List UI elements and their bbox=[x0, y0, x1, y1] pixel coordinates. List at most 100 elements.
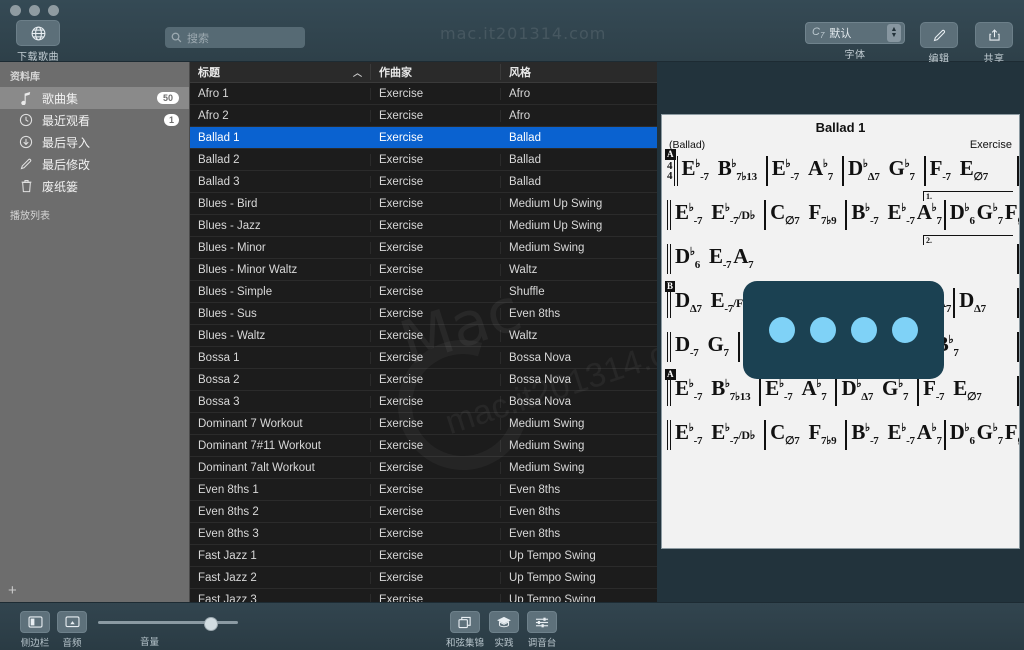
share-icon bbox=[975, 22, 1013, 48]
beat-indicator-overlay[interactable] bbox=[743, 281, 944, 379]
barline bbox=[1017, 332, 1019, 362]
column-header-style[interactable]: 风格 bbox=[500, 64, 657, 80]
row-title: Blues - Bird bbox=[198, 197, 258, 210]
sidebar-item-trash[interactable]: 废纸篓 bbox=[0, 175, 189, 197]
chord-symbol: D♭Δ7 bbox=[847, 156, 880, 184]
zoom-button[interactable] bbox=[48, 5, 59, 16]
chevron-updown-icon[interactable]: ▲ ▼ bbox=[887, 24, 901, 42]
sidebar-item-label: 最后修改 bbox=[42, 157, 91, 172]
toggle-sidebar-button[interactable]: 侧边栏 bbox=[20, 611, 50, 649]
volume-slider[interactable]: 音量 bbox=[98, 615, 238, 648]
column-header-title[interactable]: 标题 ︿ bbox=[190, 64, 370, 80]
download-circle-icon bbox=[18, 135, 34, 149]
window-traffic-lights[interactable] bbox=[10, 5, 59, 16]
add-playlist-button[interactable]: + bbox=[8, 583, 17, 598]
sidebar-item-last-import[interactable]: 最后导入 bbox=[0, 131, 189, 153]
table-row[interactable]: Even 8ths 1 Exercise Even 8ths bbox=[190, 479, 657, 501]
table-row[interactable]: Blues - Sus Exercise Even 8ths bbox=[190, 303, 657, 325]
close-button[interactable] bbox=[10, 5, 21, 16]
row-style: Up Tempo Swing bbox=[500, 549, 657, 562]
row-style: Even 8ths bbox=[500, 527, 657, 540]
chord-symbol: C∅7 bbox=[770, 420, 800, 448]
table-row[interactable]: Bossa 1 Exercise Bossa Nova bbox=[190, 347, 657, 369]
download-songs-button[interactable]: 下载歌曲 bbox=[16, 20, 60, 63]
sidebar-item-recent[interactable]: 最近观看 1 bbox=[0, 109, 189, 131]
chord-symbol: E♭-7A♭7 bbox=[887, 200, 942, 228]
row-title: Ballad 1 bbox=[198, 131, 240, 144]
row-style: Medium Up Swing bbox=[500, 219, 657, 232]
search-input[interactable]: 搜索 bbox=[165, 27, 305, 48]
table-row[interactable]: Dominant 7 Workout Exercise Medium Swing bbox=[190, 413, 657, 435]
measure: E♭-7 B♭7♭13 bbox=[667, 376, 759, 406]
row-title: Ballad 2 bbox=[198, 153, 240, 166]
measure: D♭6G♭7F∅B♭7 bbox=[943, 420, 1019, 450]
practice-button[interactable]: 实践 bbox=[489, 611, 519, 649]
row-title: Afro 2 bbox=[198, 109, 229, 122]
table-row[interactable]: Even 8ths 2 Exercise Even 8ths bbox=[190, 501, 657, 523]
mixer-button[interactable]: 调音台 bbox=[527, 611, 557, 649]
audio-button[interactable]: 音频 bbox=[57, 611, 87, 649]
row-composer: Exercise bbox=[370, 197, 500, 210]
table-row[interactable]: Blues - Simple Exercise Shuffle bbox=[190, 281, 657, 303]
chord-collection-button[interactable]: 和弦集锦 bbox=[446, 611, 484, 649]
table-row[interactable]: Ballad 3 Exercise Ballad bbox=[190, 171, 657, 193]
font-selector[interactable]: C7 默认 ▲ ▼ 字体 bbox=[805, 22, 905, 61]
table-row[interactable]: Blues - Minor Waltz Exercise Waltz bbox=[190, 259, 657, 281]
table-row[interactable]: Ballad 1 Exercise Ballad bbox=[190, 127, 657, 149]
font-dropdown[interactable]: C7 默认 ▲ ▼ bbox=[805, 22, 905, 44]
table-row[interactable]: Blues - Jazz Exercise Medium Up Swing bbox=[190, 215, 657, 237]
row-composer: Exercise bbox=[370, 461, 500, 474]
sidebar: 资料库 歌曲集 50 最近观看 1 最后导入 最后修改 废纸篓 播放列表 + bbox=[0, 62, 190, 602]
table-row[interactable]: Fast Jazz 2 Exercise Up Tempo Swing bbox=[190, 567, 657, 589]
sidebar-library-header: 资料库 bbox=[10, 72, 40, 83]
table-row[interactable]: Fast Jazz 3 Exercise Up Tempo Swing bbox=[190, 589, 657, 602]
table-row[interactable]: Blues - Waltz Exercise Waltz bbox=[190, 325, 657, 347]
measure: C∅7 F7♭9 bbox=[764, 420, 845, 450]
table-row[interactable]: Dominant 7alt Workout Exercise Medium Swin… bbox=[190, 457, 657, 479]
chord-symbol: G♭7 bbox=[888, 156, 915, 184]
row-style: Bossa Nova bbox=[500, 351, 657, 364]
chord-symbol: E♭-7A♭7 bbox=[887, 420, 942, 448]
row-style: Even 8ths bbox=[500, 307, 657, 320]
row-style: Waltz bbox=[500, 263, 657, 276]
sliders-icon bbox=[527, 611, 557, 633]
row-title: Dominant 7 Workout bbox=[198, 417, 303, 430]
title-bar: 下载歌曲 搜索 mac.it201314.com C7 默认 ▲▼ 字体 编辑 bbox=[0, 0, 1024, 65]
measure: D♭Δ7 G♭7 bbox=[841, 156, 924, 186]
table-row[interactable]: Afro 1 Exercise Afro bbox=[190, 83, 657, 105]
minimize-button[interactable] bbox=[29, 5, 40, 16]
repeat-ending-bracket: 2. bbox=[923, 235, 1013, 245]
row-composer: Exercise bbox=[370, 307, 500, 320]
chord-symbol: DΔ7 bbox=[675, 288, 702, 316]
sidebar-item-songs[interactable]: 歌曲集 50 bbox=[0, 87, 189, 109]
chord-symbol: D♭Δ7 bbox=[841, 376, 874, 404]
volume-knob[interactable] bbox=[204, 617, 218, 631]
barline bbox=[1017, 156, 1019, 186]
edit-button[interactable]: 编辑 bbox=[920, 22, 958, 65]
table-row[interactable]: Blues - Minor Exercise Medium Swing bbox=[190, 237, 657, 259]
column-header-composer[interactable]: 作曲家 bbox=[370, 64, 500, 80]
sidebar-item-label: 最后导入 bbox=[42, 135, 91, 150]
sidebar-item-last-modified[interactable]: 最后修改 bbox=[0, 153, 189, 175]
row-title: Dominant 7alt Workout bbox=[198, 461, 315, 474]
bottom-toolbar: 侧边栏 音频 音量 和弦集锦 实践 调音台 bbox=[0, 602, 1024, 650]
table-row[interactable]: Bossa 3 Exercise Bossa Nova bbox=[190, 391, 657, 413]
table-row[interactable]: Fast Jazz 1 Exercise Up Tempo Swing bbox=[190, 545, 657, 567]
row-composer: Exercise bbox=[370, 351, 500, 364]
table-row[interactable]: Bossa 2 Exercise Bossa Nova bbox=[190, 369, 657, 391]
table-row[interactable]: Dominant 7#11 Workout Exercise Medium Swin… bbox=[190, 435, 657, 457]
row-style: Ballad bbox=[500, 131, 657, 144]
row-style: Medium Swing bbox=[500, 241, 657, 254]
table-row[interactable]: Blues - Bird Exercise Medium Up Swing bbox=[190, 193, 657, 215]
table-row[interactable]: Afro 2 Exercise Afro bbox=[190, 105, 657, 127]
measure: E♭-7 E♭-7/D♭ bbox=[667, 420, 764, 450]
row-title: Fast Jazz 2 bbox=[198, 571, 257, 584]
row-title: Bossa 3 bbox=[198, 395, 240, 408]
measure: B♭-7 E♭-7A♭7 bbox=[845, 200, 943, 230]
chord-symbol: G7 bbox=[707, 332, 729, 360]
share-button[interactable]: 共享 bbox=[975, 22, 1013, 65]
measure: E♭-7 B♭7♭13 bbox=[673, 156, 766, 186]
lead-sheet[interactable]: Ballad 1 (Ballad) Exercise A 4 4 E♭-7 B♭7♭13… bbox=[661, 114, 1020, 549]
table-row[interactable]: Ballad 2 Exercise Ballad bbox=[190, 149, 657, 171]
table-row[interactable]: Even 8ths 3 Exercise Even 8ths bbox=[190, 523, 657, 545]
